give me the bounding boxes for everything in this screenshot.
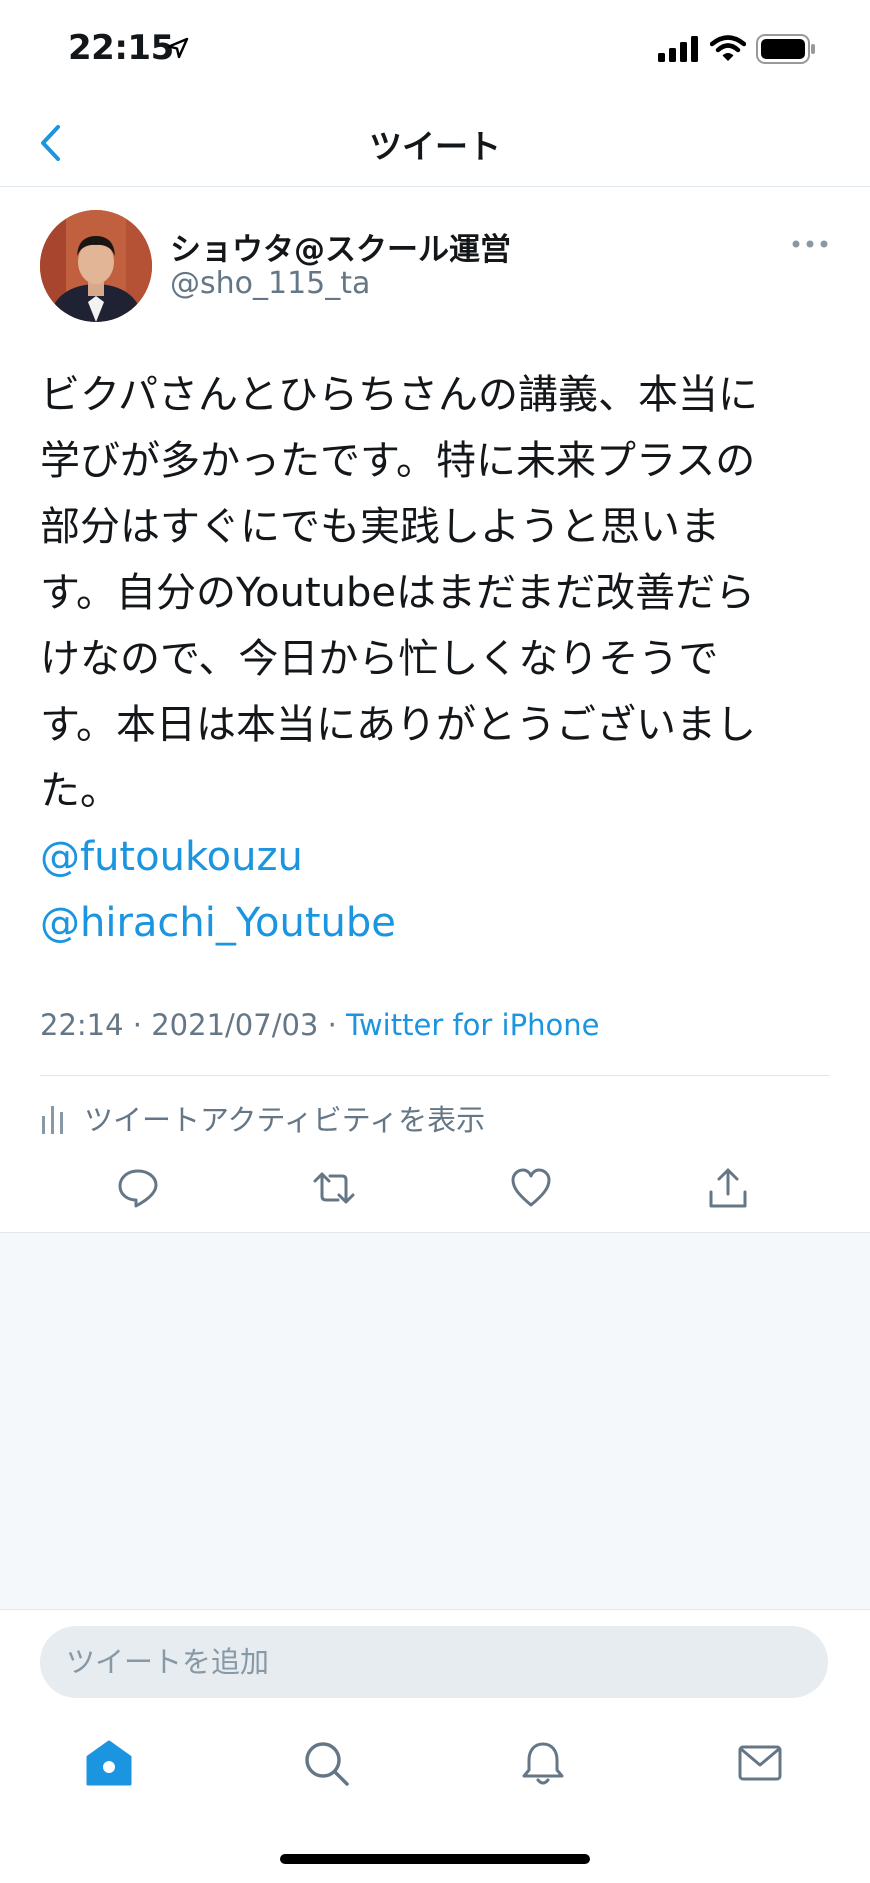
tweet-time: 22:14: [40, 1008, 124, 1042]
retweet-icon[interactable]: [312, 1166, 356, 1210]
display-name[interactable]: ショウタ@スクール運営: [170, 224, 511, 269]
notifications-icon[interactable]: [518, 1738, 568, 1788]
mention-link[interactable]: @futoukouzu: [40, 824, 840, 890]
home-icon[interactable]: [84, 1738, 134, 1788]
tweet-text-line: す。本日は本当にありがとうございまし: [40, 702, 756, 748]
status-bar: 22:15: [0, 0, 870, 100]
tweet-timestamp: 22:14 · 2021/07/03 · Twitter for iPhone: [40, 1008, 599, 1042]
reply-icon[interactable]: [116, 1166, 160, 1210]
tweet-source-link[interactable]: Twitter for iPhone: [346, 1008, 599, 1042]
meta-separator: ·: [132, 1008, 143, 1042]
wifi-icon: [710, 35, 746, 61]
mention-link[interactable]: @hirachi_Youtube: [40, 890, 840, 956]
tweet-text: ビクパさんとひらちさんの講義、本当に 学びが多かったです。特に未来プラスの 部分…: [40, 362, 840, 956]
page-title: ツイート: [369, 127, 501, 166]
nav-header: ツイート: [0, 100, 870, 187]
meta-separator: ·: [327, 1008, 337, 1042]
replies-area: [0, 1233, 870, 1609]
divider: [0, 1609, 870, 1610]
tweet-date: 2021/07/03: [151, 1008, 319, 1042]
bar-chart-icon: [42, 1106, 63, 1134]
battery-icon: [756, 34, 815, 64]
home-indicator: [280, 1854, 590, 1864]
messages-icon[interactable]: [735, 1738, 785, 1788]
more-options-icon[interactable]: [790, 232, 830, 256]
like-icon[interactable]: [509, 1166, 553, 1210]
user-handle[interactable]: @sho_115_ta: [170, 266, 370, 301]
avatar-image: [40, 210, 152, 322]
tweet-activity-label: ツイートアクティビティを表示: [84, 1103, 486, 1137]
tweet-text-line: けなので、今日から忙しくなりそうで: [40, 636, 719, 682]
share-icon[interactable]: [706, 1166, 750, 1210]
tweet-text-line: 部分はすぐにでも実践しようと思いま: [40, 504, 720, 550]
divider: [40, 1075, 830, 1076]
signal-icon: [658, 36, 698, 62]
tweet-text-line: た。: [40, 768, 120, 814]
reply-input[interactable]: [40, 1626, 828, 1698]
tweet-text-line: ビクパさんとひらちさんの講義、本当に: [40, 372, 758, 418]
search-icon[interactable]: [301, 1738, 351, 1788]
tweet-text-line: 学びが多かったです。特に未来プラスの: [40, 438, 756, 484]
location-arrow-icon: [167, 37, 189, 59]
tweet-activity-link[interactable]: ツイートアクティビティを表示: [40, 1096, 485, 1140]
avatar[interactable]: [40, 210, 152, 322]
status-time: 22:15: [68, 28, 174, 68]
tweet-text-line: す。自分のYoutubeはまだまだ改善だら: [40, 570, 756, 616]
